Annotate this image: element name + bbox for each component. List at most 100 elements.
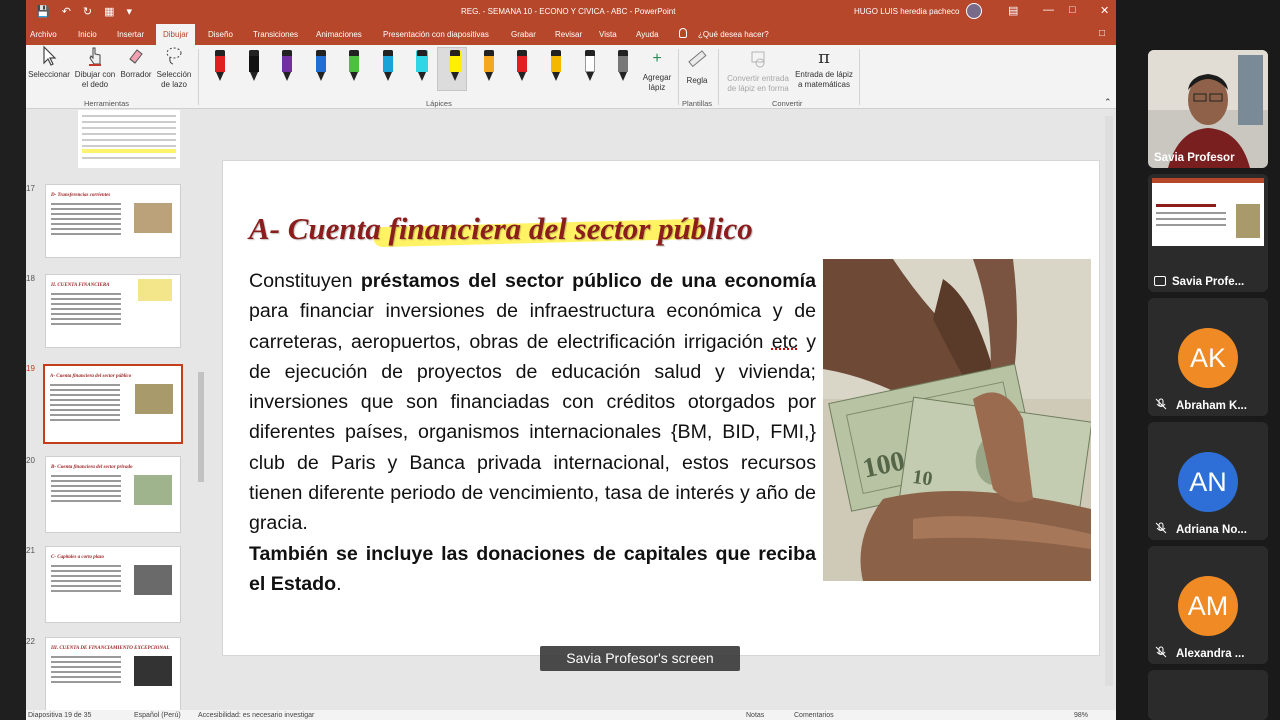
muted-mic-icon: [1155, 646, 1167, 658]
comments-icon[interactable]: □: [1099, 28, 1105, 39]
thumbnail-image: [134, 475, 172, 505]
tab-grabar[interactable]: Grabar: [511, 30, 536, 39]
collapse-ribbon-icon[interactable]: ⌃: [1104, 97, 1112, 107]
user-name[interactable]: HUGO LUIS heredia pacheco: [854, 7, 959, 16]
current-slide[interactable]: A- Cuenta financiera del sector público …: [222, 160, 1100, 656]
thumbnail-20[interactable]: B- Cuenta financiera del sector privado: [45, 456, 181, 533]
slide-editor: A- Cuenta financiera del sector público …: [208, 110, 1116, 710]
present-icon[interactable]: ▦: [104, 5, 114, 18]
ruler-icon: [688, 50, 707, 68]
pen-11[interactable]: [549, 50, 563, 84]
group-label-tools: Herramientas: [84, 99, 130, 108]
thumbnail-19-selected[interactable]: A- Cuenta financiera del sector público: [43, 364, 183, 444]
lasso-icon: [166, 47, 182, 65]
ribbon-display-icon[interactable]: ▤: [1008, 4, 1018, 17]
tab-revisar[interactable]: Revisar: [555, 30, 582, 39]
pen-4[interactable]: [314, 50, 328, 84]
tab-dibujar[interactable]: Dibujar: [156, 24, 196, 45]
avatar: AN: [1178, 452, 1238, 512]
plus-icon: +: [652, 50, 662, 67]
ribbon-draw: Seleccionar Dibujar con el dedo Borrador…: [26, 45, 1116, 109]
close-icon[interactable]: ✕: [1100, 4, 1109, 17]
pen-2[interactable]: [247, 50, 261, 84]
cursor-icon: [43, 45, 57, 66]
ink-to-shape-button[interactable]: Convertir entrada de lápiz en forma: [723, 49, 793, 94]
pi-icon: π: [818, 47, 830, 68]
add-pen-button[interactable]: + Agregar lápiz: [638, 51, 676, 93]
pen-6[interactable]: [381, 50, 395, 84]
thumbnail-18[interactable]: II. CUENTA FINANCIERA: [45, 274, 181, 348]
thumbnail-number: 20: [26, 456, 35, 465]
money-photo[interactable]: 100 10: [823, 259, 1091, 581]
tab-animaciones[interactable]: Animaciones: [316, 30, 362, 39]
tab-inicio[interactable]: Inicio: [78, 30, 97, 39]
save-icon[interactable]: 💾: [36, 5, 50, 18]
ruler-button[interactable]: Regla: [682, 49, 712, 86]
language-indicator[interactable]: Español (Perú): [134, 712, 181, 719]
document-title: REG. - SEMANA 10 - ECONO Y CIVICA - ABC …: [461, 7, 676, 16]
zoom-level[interactable]: 98%: [1074, 712, 1088, 719]
table-preview: [82, 115, 176, 159]
user-avatar[interactable]: [966, 3, 982, 19]
scrollbar-thumb[interactable]: [198, 372, 204, 482]
pen-3[interactable]: [280, 50, 294, 84]
thumbnail-21[interactable]: C- Capitales a corto plazo: [45, 546, 181, 623]
pen-7[interactable]: [415, 50, 429, 84]
participant-tile-alexandra[interactable]: AM Alexandra ...: [1148, 546, 1268, 664]
select-tool[interactable]: Seleccionar: [28, 45, 70, 80]
slide-thumbnails-panel: 17 D- Transferencias corrientes 18 II. C…: [26, 110, 208, 710]
eraser-tool[interactable]: Borrador: [118, 45, 154, 80]
pen-9[interactable]: [482, 50, 496, 84]
slide-title[interactable]: A- Cuenta financiera del sector público: [249, 211, 753, 247]
ribbon-separator: [678, 49, 679, 105]
muted-mic-icon: [1155, 398, 1167, 410]
redo-icon[interactable]: ↻: [83, 5, 92, 18]
minimize-icon[interactable]: —: [1043, 4, 1054, 16]
comments-button[interactable]: Comentarios: [794, 712, 834, 719]
lasso-select-tool[interactable]: Selección de lazo: [154, 45, 194, 90]
pen-10[interactable]: [515, 50, 529, 84]
tab-diseno[interactable]: Diseño: [208, 30, 233, 39]
thumbnail-image: [134, 656, 172, 686]
screen-share-label: Savia Profesor's screen: [540, 646, 740, 671]
tab-archivo[interactable]: Archivo: [30, 30, 57, 39]
thumbnail-16[interactable]: [78, 110, 180, 168]
thumbnail-22[interactable]: III. CUENTA DE FINANCIAMIENTO EXCEPCIONA…: [45, 637, 181, 710]
pen-5[interactable]: [347, 50, 361, 84]
tab-presentacion[interactable]: Presentación con diapositivas: [383, 30, 489, 39]
participant-name: Savia Profe...: [1172, 276, 1245, 288]
maximize-icon[interactable]: □: [1069, 4, 1076, 16]
thumbnail-image: [135, 384, 173, 414]
participant-tile-savia-profesor-screen[interactable]: Savia Profe...: [1148, 174, 1268, 292]
group-label-convert: Convertir: [772, 99, 803, 108]
customize-icon[interactable]: ▾: [127, 5, 133, 18]
slide-scrollbar[interactable]: [1102, 110, 1116, 710]
pen-1[interactable]: [213, 50, 227, 84]
tab-transiciones[interactable]: Transiciones: [253, 30, 298, 39]
thumbnail-17[interactable]: D- Transferencias corrientes: [45, 184, 181, 258]
pen-8[interactable]: [448, 50, 462, 84]
accessibility-status[interactable]: Accesibilidad: es necesario investigar: [198, 712, 314, 719]
thumbnail-number: 21: [26, 546, 35, 555]
participant-tile-partial[interactable]: [1148, 670, 1268, 720]
tab-ayuda[interactable]: Ayuda: [636, 30, 659, 39]
thumbnail-image: [134, 203, 172, 233]
pen-13[interactable]: [616, 50, 630, 84]
thumbnails-scrollbar[interactable]: [196, 110, 206, 710]
undo-icon[interactable]: ↶: [62, 5, 71, 18]
pen-12[interactable]: [583, 50, 597, 84]
participant-tile-adriana[interactable]: AN Adriana No...: [1148, 422, 1268, 540]
scrollbar-track[interactable]: [1105, 116, 1113, 686]
left-edge: [0, 0, 26, 720]
lightbulb-icon: [679, 28, 687, 38]
participant-tile-abraham[interactable]: AK Abraham K...: [1148, 298, 1268, 416]
tab-vista[interactable]: Vista: [599, 30, 617, 39]
tell-me-search[interactable]: ¿Qué desea hacer?: [698, 30, 769, 39]
ink-to-math-button[interactable]: π Entrada de lápiz a matemáticas: [792, 47, 856, 90]
draw-finger-tool[interactable]: Dibujar con el dedo: [72, 45, 118, 90]
slide-body-text[interactable]: Constituyen préstamos del sector público…: [249, 266, 816, 599]
participant-tile-savia-profesor-video[interactable]: Savia Profesor: [1148, 50, 1268, 168]
notes-button[interactable]: Notas: [746, 712, 764, 719]
tab-insertar[interactable]: Insertar: [117, 30, 144, 39]
shared-screen-preview: [1152, 178, 1264, 246]
